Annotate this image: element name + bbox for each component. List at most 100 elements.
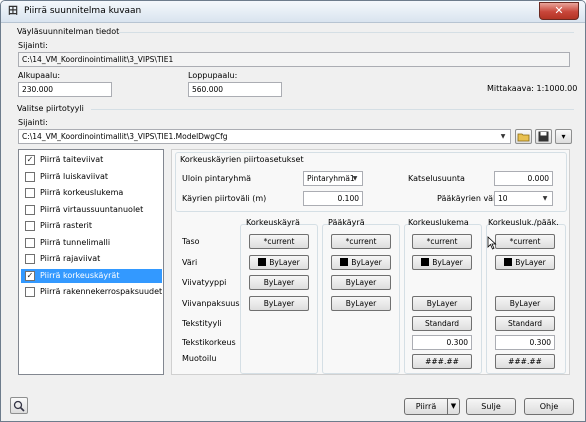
height-label-lineweight-button[interactable]: ByLayer [412,296,472,311]
view-direction-label: Katselusuunta [408,174,465,183]
contour-linetype-button[interactable]: ByLayer [249,275,309,290]
main-height-label-color-button[interactable]: ByLayer [495,255,555,270]
zoom-icon [13,400,25,412]
checkbox[interactable]: ✓ [25,270,35,281]
style-location-combo[interactable]: C:\14_VM_Koordinointimallit\3_VIPS\TIE1.… [18,129,511,144]
row-label-textheight: Tekstikorkeus [182,338,236,347]
list-item-label: Piirrä korkeuskäyrät [40,270,120,280]
help-button[interactable]: Ohje [524,398,574,415]
list-item[interactable]: Piirrä rajaviivat [21,252,162,266]
view-direction-field[interactable]: 0.000 [494,171,553,186]
outer-surface-value: Pintaryhmä1 [307,174,355,183]
checkbox[interactable] [25,221,35,231]
checkbox[interactable] [25,287,35,297]
height-label-textheight-field[interactable]: 0.300 [412,335,472,350]
section-divider [119,32,574,33]
outer-surface-combo[interactable]: Pintaryhmä1 ▼ [303,171,363,186]
column-header-main-contour: Pääkäyrä [328,218,365,227]
color-swatch [421,258,430,266]
height-label-format-button[interactable]: ###.## [412,354,472,369]
row-label-lineweight: Viivanpaksuus [182,299,240,308]
checkbox[interactable] [25,171,35,182]
zoom-button[interactable] [10,397,28,414]
list-item-label: Piirrä rajaviivat [40,254,101,263]
row-label-color: Väri [182,258,198,267]
dialog-window: 田 Piirrä suunnitelma kuvaan ✕ Väyläsuunn… [0,0,586,422]
interval-field[interactable]: 0.100 [303,191,363,206]
draw-button[interactable]: Piirrä [404,398,448,415]
list-item[interactable]: Piirrä rasterit [21,219,162,233]
main-height-label-textstyle-button[interactable]: Standard [495,316,555,331]
checkbox[interactable] [25,254,35,264]
open-folder-button[interactable] [515,129,532,144]
list-item-label: Piirrä rasterit [40,221,93,230]
contour-layer-button[interactable]: *current [249,234,309,249]
outer-surface-label: Uloin pintaryhmä [182,174,252,183]
main-contour-color-button[interactable]: ByLayer [331,255,391,270]
list-item-label: Piirrä rakennekerrospaksuudet [40,287,163,296]
column-header-height-label: Korkeuslukema [408,218,469,227]
main-contour-lineweight-button[interactable]: ByLayer [331,296,391,311]
checkbox[interactable]: ✓ [25,155,35,165]
window-title: Piirrä suunnitelma kuvaan [24,6,142,16]
list-item[interactable]: Piirrä korkeuslukema [21,186,162,200]
chevron-down-icon[interactable]: ▼ [497,131,509,142]
menu-arrow-icon: ▾ [561,132,566,141]
style-location-label: Sijainti: [18,118,48,127]
section-divider [91,109,574,110]
close-button[interactable]: Sulje [466,398,516,415]
chevron-down-icon[interactable]: ▼ [349,173,361,184]
height-label-layer-button[interactable]: *current [412,234,472,249]
row-label-linetype: Viivatyyppi [182,278,227,287]
list-item-label: Piirrä korkeuslukema [40,188,124,197]
list-item[interactable]: ✓ Piirrä korkeuskäyrät [21,268,162,283]
list-item-label: Piirrä tunnelimalli [40,237,111,247]
contour-settings-heading: Korkeuskäyrien piirtoasetukset [180,155,304,164]
start-station-field[interactable]: 230.000 [18,82,112,97]
contour-color-button[interactable]: ByLayer [249,255,309,270]
main-height-label-lineweight-button[interactable]: ByLayer [495,296,555,311]
draw-options-button[interactable]: ▼ [447,398,460,415]
row-label-format: Muotoilu [182,354,217,363]
save-button[interactable] [535,129,552,144]
column-header-contour: Korkeuskäyrä [246,218,300,227]
main-contour-linetype-button[interactable]: ByLayer [331,275,391,290]
checkbox[interactable] [25,188,35,198]
main-height-label-textheight-field[interactable]: 0.300 [495,335,555,350]
title-bar[interactable]: 田 Piirrä suunnitelma kuvaan ✕ [1,1,585,23]
checkbox[interactable] [25,237,35,248]
close-window-button[interactable]: ✕ [539,2,579,20]
height-label-color-button[interactable]: ByLayer [412,255,472,270]
list-item[interactable]: Piirrä tunnelimalli [21,236,162,250]
list-item[interactable]: Piirrä luiskaviivat [21,170,162,184]
interval-label: Käyrien piirtoväli (m) [182,194,267,203]
main-interval-label: Pääkäyrien väli [437,194,498,203]
height-label-textstyle-button[interactable]: Standard [412,316,472,331]
row-label-textstyle: Tekstityyli [182,319,222,328]
plan-location-field[interactable]: C:\14_VM_Koordinointimallit\3_VIPS\TIE1 [18,52,570,67]
chevron-down-icon[interactable]: ▼ [539,193,551,204]
main-contour-layer-button[interactable]: *current [331,234,391,249]
column-header-main-height-label: Korkeusluk./pääk. [488,218,559,227]
end-station-label: Loppupaalu: [188,71,238,80]
plan-info-section-label: Väyläsuunnitelman tiedot [17,27,120,36]
main-height-label-format-button[interactable]: ###.## [495,354,555,369]
draw-items-list[interactable]: ✓ Piirrä taiteviivat Piirrä luiskaviivat Pi… [18,149,164,375]
list-item[interactable]: Piirrä virtaussuuntanuolet [21,203,162,217]
style-location-value: C:\14_VM_Koordinointimallit\3_VIPS\TIE1.… [22,132,228,141]
contour-lineweight-button[interactable]: ByLayer [249,296,309,311]
color-swatch [258,258,267,266]
start-station-label: Alkupaalu: [18,71,61,80]
end-station-field[interactable]: 560.000 [188,82,282,97]
plan-location-label: Sijainti: [18,41,48,50]
list-item[interactable]: ✓ Piirrä taiteviivat [21,153,162,167]
main-height-label-layer-button[interactable]: *current [495,234,555,249]
save-icon [538,131,549,142]
checkbox[interactable] [25,204,35,215]
list-item[interactable]: Piirrä rakennekerrospaksuudet [21,285,162,299]
main-interval-combo[interactable]: 10 ▼ [494,191,553,206]
open-folder-icon [517,133,530,142]
menu-arrow-button[interactable]: ▾ [555,129,572,144]
list-item-label: Piirrä luiskaviivat [40,171,109,181]
chevron-down-icon: ▼ [450,402,457,410]
